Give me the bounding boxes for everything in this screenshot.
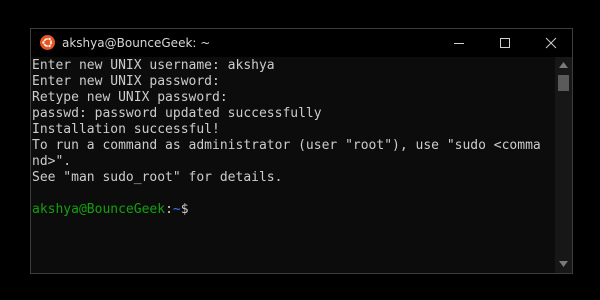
close-icon <box>545 37 557 49</box>
prompt-line[interactable]: akshya@BounceGeek:~$ <box>32 202 555 218</box>
terminal-line: Installation successful! <box>32 122 220 137</box>
terminal-line: Enter new UNIX username: akshya <box>32 58 275 73</box>
minimize-button[interactable] <box>436 29 482 57</box>
prompt-path: ~ <box>172 202 181 217</box>
terminal-output[interactable]: Enter new UNIX username: akshya Enter ne… <box>31 57 555 273</box>
terminal-line: To run a command as administrator (user … <box>32 138 541 153</box>
minimize-icon <box>454 43 464 44</box>
terminal-line: See "man sudo_root" for details. <box>32 170 283 185</box>
close-button[interactable] <box>528 29 572 57</box>
scroll-up-button[interactable] <box>555 57 572 74</box>
maximize-icon <box>500 38 510 48</box>
arrow-up-icon <box>559 62 568 68</box>
maximize-button[interactable] <box>482 29 528 57</box>
prompt-user-host: akshya@BounceGeek <box>32 202 166 217</box>
title-bar[interactable]: akshya@BounceGeek: ~ <box>31 29 572 57</box>
scrollbar-thumb[interactable] <box>558 75 569 91</box>
ubuntu-logo-icon[interactable] <box>40 35 55 50</box>
terminal-line: Retype new UNIX password: <box>32 90 228 105</box>
prompt-separator: : <box>165 202 173 217</box>
terminal-line: nd>". <box>32 154 72 169</box>
vertical-scrollbar[interactable] <box>555 57 572 273</box>
prompt-symbol: $ <box>180 202 189 217</box>
scroll-down-button[interactable] <box>555 256 572 273</box>
terminal-line: Enter new UNIX password: <box>32 74 220 89</box>
terminal-line: passwd: password updated successfully <box>32 106 322 121</box>
arrow-down-icon <box>559 261 568 267</box>
window-title: akshya@BounceGeek: ~ <box>62 36 211 50</box>
terminal-window: akshya@BounceGeek: ~ Enter new UNIX user… <box>30 28 573 274</box>
